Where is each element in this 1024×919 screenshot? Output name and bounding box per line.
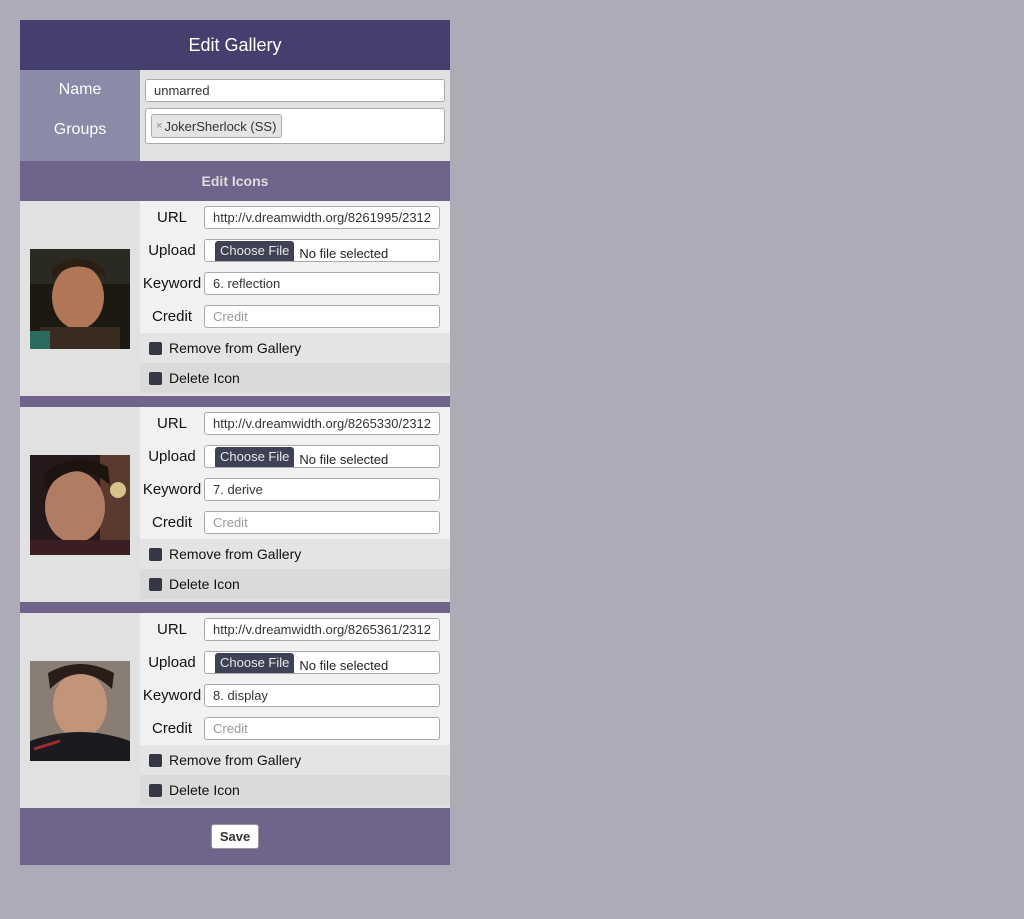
icon-editor-row: URL http://v.dreamwidth.org/8261995/2312… — [20, 201, 450, 396]
url-label: URL — [156, 621, 187, 638]
delete-label: Delete Icon — [169, 576, 240, 592]
remove-checkbox[interactable] — [149, 341, 162, 355]
url-label: URL — [156, 209, 187, 226]
save-button[interactable]: Save — [210, 824, 260, 849]
edit-gallery-panel: Edit Gallery Name Groups unmarred × Joke… — [20, 20, 450, 865]
credit-label: Credit — [151, 514, 192, 531]
remove-from-gallery-option[interactable]: Remove from Gallery — [140, 539, 450, 569]
file-input[interactable]: Choose File No file selected — [204, 239, 440, 262]
credit-input[interactable]: Credit — [204, 305, 440, 328]
choose-file-button[interactable]: Choose File — [215, 447, 295, 467]
credit-label: Credit — [151, 308, 192, 325]
remove-label: Remove from Gallery — [169, 340, 302, 356]
icon-editor-row: URL http://v.dreamwidth.org/8265361/2312… — [20, 613, 450, 808]
icon-thumbnail — [30, 248, 130, 349]
gallery-info-section: Name Groups unmarred × JokerSherlock (SS… — [20, 70, 450, 161]
remove-label: Remove from Gallery — [169, 546, 302, 562]
group-tag-label: JokerSherlock (SS) — [164, 118, 277, 134]
credit-input[interactable]: Credit — [204, 717, 440, 740]
delete-label: Delete Icon — [169, 782, 240, 798]
credit-input[interactable]: Credit — [204, 511, 440, 534]
groups-label: Groups — [53, 121, 107, 138]
upload-label: Upload — [148, 448, 196, 465]
icon-thumbnail — [30, 454, 130, 555]
url-input[interactable]: http://v.dreamwidth.org/8265330/2312 — [204, 412, 440, 435]
url-label: URL — [156, 415, 187, 432]
icon-thumbnail — [30, 660, 130, 761]
keyword-label: Keyword — [142, 481, 202, 498]
delete-icon-option[interactable]: Delete Icon — [140, 569, 450, 599]
groups-input[interactable]: × JokerSherlock (SS) — [145, 108, 445, 144]
delete-checkbox[interactable] — [149, 577, 162, 591]
page-title: Edit Gallery — [20, 20, 450, 70]
delete-icon-option[interactable]: Delete Icon — [140, 775, 450, 805]
file-status: No file selected — [299, 452, 389, 467]
name-label: Name — [58, 81, 102, 98]
keyword-input[interactable]: 6. reflection — [204, 272, 440, 295]
keyword-input[interactable]: 8. display — [204, 684, 440, 707]
remove-label: Remove from Gallery — [169, 752, 302, 768]
divider — [20, 396, 450, 407]
upload-label: Upload — [148, 242, 196, 259]
delete-label: Delete Icon — [169, 370, 240, 386]
url-input[interactable]: http://v.dreamwidth.org/8261995/2312 — [204, 206, 440, 229]
file-input[interactable]: Choose File No file selected — [204, 651, 440, 674]
tag-remove-icon[interactable]: × — [156, 120, 162, 132]
keyword-label: Keyword — [142, 687, 202, 704]
remove-from-gallery-option[interactable]: Remove from Gallery — [140, 333, 450, 363]
keyword-input[interactable]: 7. derive — [204, 478, 440, 501]
upload-label: Upload — [148, 654, 196, 671]
delete-checkbox[interactable] — [149, 371, 162, 385]
icon-editor-row: URL http://v.dreamwidth.org/8265330/2312… — [20, 407, 450, 602]
file-input[interactable]: Choose File No file selected — [204, 445, 440, 468]
footer-bar: Save — [20, 808, 450, 865]
url-input[interactable]: http://v.dreamwidth.org/8265361/2312 — [204, 618, 440, 641]
name-input[interactable]: unmarred — [145, 78, 445, 102]
remove-checkbox[interactable] — [149, 547, 162, 561]
choose-file-button[interactable]: Choose File — [215, 653, 295, 673]
section-title-edit-icons: Edit Icons — [20, 161, 450, 201]
remove-from-gallery-option[interactable]: Remove from Gallery — [140, 745, 450, 775]
group-tag: × JokerSherlock (SS) — [151, 114, 283, 138]
credit-label: Credit — [151, 720, 192, 737]
keyword-label: Keyword — [142, 275, 202, 292]
choose-file-button[interactable]: Choose File — [215, 241, 295, 261]
delete-checkbox[interactable] — [149, 783, 162, 797]
delete-icon-option[interactable]: Delete Icon — [140, 363, 450, 393]
file-status: No file selected — [299, 246, 389, 261]
remove-checkbox[interactable] — [149, 753, 162, 767]
file-status: No file selected — [299, 658, 389, 673]
divider — [20, 602, 450, 613]
